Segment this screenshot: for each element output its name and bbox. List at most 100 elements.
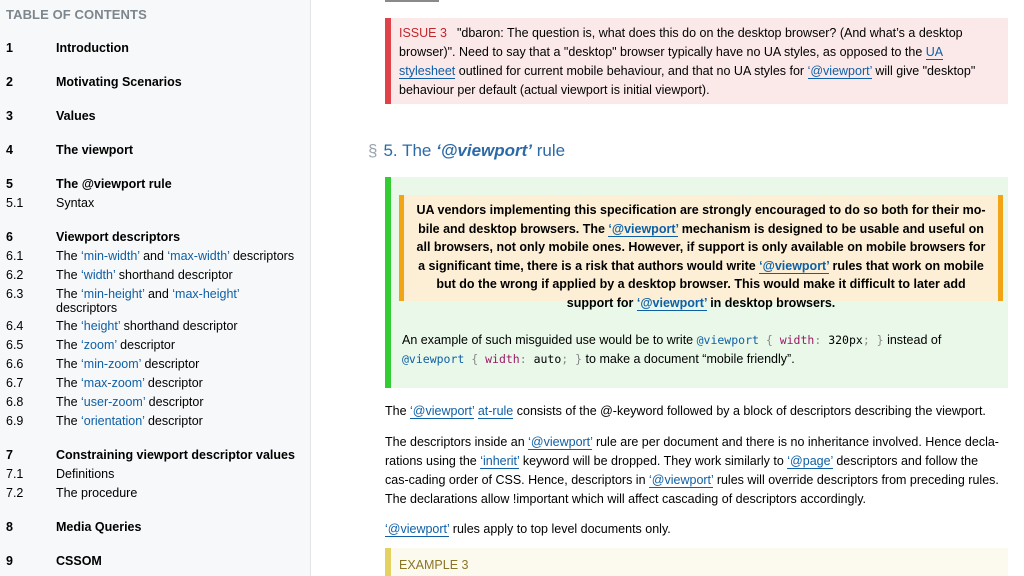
toc-item-number: 6.3 — [6, 287, 24, 301]
at-rule-link[interactable]: at-rule — [477, 404, 514, 419]
toc-text: The @viewport rule — [56, 177, 172, 191]
toc-text: shorthand descriptor — [120, 319, 238, 333]
toc-text: CSSOM — [56, 554, 102, 568]
code-punct: ; — [862, 333, 877, 347]
toc-item-label: Introduction — [56, 41, 301, 55]
code-snippet: @viewport { width: auto; } — [402, 352, 582, 366]
paragraph-text: rules apply to top level documents only. — [449, 522, 671, 536]
toc-item-number: 8 — [6, 520, 13, 534]
toc-text: and — [139, 249, 168, 263]
toc-item-number: 6 — [6, 230, 13, 244]
inherit-link[interactable]: ‘inherit’ — [480, 454, 520, 469]
toc-item-number: 5.1 — [6, 196, 24, 210]
paragraph-text: keyword will be dropped. They work simil… — [519, 454, 788, 468]
main-content: ISSUE 3 "dbaron: The question is, what do… — [310, 0, 1024, 576]
toc-item-label: The ‘min-width’ and ‘max-width’ descript… — [56, 249, 301, 263]
toc-item-number: 1 — [6, 41, 13, 55]
paragraph: The ‘@viewport’ at-rule consists of the … — [385, 402, 1005, 421]
viewport-link[interactable]: ‘@viewport’ — [608, 221, 679, 237]
toc-item-label: The @viewport rule — [56, 177, 301, 191]
toc-code-link[interactable]: ‘max-zoom’ — [81, 376, 144, 390]
toc-code-link[interactable]: ‘min-zoom’ — [81, 357, 141, 371]
note-box: UA vendors implementing this specificati… — [385, 177, 1008, 388]
paragraph-text: consists of the @-keyword followed by a … — [513, 404, 986, 418]
viewport-link[interactable]: ‘@viewport’ — [385, 522, 450, 537]
toc-text: descriptor — [145, 395, 204, 409]
toc-item-number: 2 — [6, 75, 13, 89]
toc-item-label: The procedure — [56, 486, 301, 500]
toc-item-label: Media Queries — [56, 520, 301, 534]
toc-text: Introduction — [56, 41, 129, 55]
code-snippet: @viewport { width: 320px; } — [697, 333, 884, 347]
toc-text: The — [56, 376, 82, 390]
example-label: EXAMPLE 3 — [399, 558, 469, 572]
issue-text: "dbaron: The question is, what does this… — [399, 26, 963, 59]
toc-text: The — [56, 287, 82, 301]
viewport-link[interactable]: ‘@viewport’ — [649, 473, 714, 488]
toc-code-link[interactable]: ‘width’ — [81, 268, 115, 282]
note-text-part: instead of — [883, 333, 942, 347]
toc-item-number: 4 — [6, 143, 13, 157]
viewport-link[interactable]: ‘@viewport’ — [759, 258, 829, 274]
toc-text: descriptors — [56, 301, 118, 315]
advisement-text: in desktop browsers. — [706, 295, 836, 310]
code-punct: ; — [561, 352, 576, 366]
toc-text: descriptor — [116, 338, 176, 352]
toc-text: The — [56, 357, 82, 371]
toc-text: The viewport — [56, 143, 134, 157]
toc-item-label: Constraining viewport descriptor values — [56, 448, 301, 462]
toc-code-link[interactable]: ‘orientation’ — [81, 414, 144, 428]
section-anchor[interactable]: § — [368, 141, 377, 160]
viewport-link[interactable]: ‘@viewport’ — [528, 435, 593, 450]
toc-item-number: 5 — [6, 177, 13, 191]
toc-text: descriptor — [140, 357, 200, 371]
example-box: EXAMPLE 3 — [385, 548, 1008, 576]
heading-prefix: 5. The — [383, 141, 437, 160]
code-punct: : — [519, 352, 534, 366]
page-link[interactable]: ‘@page’ — [787, 454, 833, 469]
toc-item-label: The ‘max-zoom’ descriptor — [56, 376, 301, 390]
toc-item-number: 6.4 — [6, 319, 24, 333]
divider — [385, 0, 439, 2]
toc-item-number: 3 — [6, 109, 13, 123]
toc-item-label: Definitions — [56, 467, 301, 481]
code-keyword: @viewport — [696, 333, 759, 347]
note-text-part: An example of such misguided use would b… — [402, 333, 697, 347]
toc-text: descriptors — [229, 249, 295, 263]
toc-code-link[interactable]: ‘height’ — [81, 319, 120, 333]
code-property: width — [779, 333, 815, 347]
toc-text: Values — [56, 109, 96, 123]
toc-text: Viewport descriptors — [56, 230, 181, 244]
toc-item-label: The ‘min-height’ and ‘max-height’ descri… — [56, 287, 301, 315]
toc-text: The procedure — [56, 486, 138, 500]
toc-item-number: 7.1 — [6, 467, 24, 481]
advisement-box: UA vendors implementing this specificati… — [399, 195, 1003, 311]
viewport-link[interactable]: ‘@viewport’ — [410, 404, 475, 419]
code-punct: } — [876, 333, 884, 347]
note-text: An example of such misguided use would b… — [402, 331, 1002, 369]
toc-item-label: The ‘zoom’ descriptor — [56, 338, 301, 352]
toc-code-link[interactable]: ‘max-width’ — [167, 249, 229, 263]
toc-item-label: The ‘height’ shorthand descriptor — [56, 319, 301, 333]
table-of-contents: TABLE OF CONTENTS 1 Introduction 2 Motivati… — [0, 0, 311, 576]
toc-code-link[interactable]: ‘min-height’ — [81, 287, 144, 301]
code-value: 320px — [828, 333, 863, 347]
toc-item-label: The ‘orientation’ descriptor — [56, 414, 301, 428]
toc-item-label: Syntax — [56, 196, 301, 210]
toc-item-label: The ‘min-zoom’ descriptor — [56, 357, 301, 371]
toc-code-link[interactable]: ‘min-width’ — [81, 249, 140, 263]
issue-label: ISSUE 3 — [399, 26, 447, 40]
toc-code-link[interactable]: ‘user-zoom’ — [81, 395, 145, 409]
code-punct: { — [464, 352, 486, 366]
toc-text: The — [56, 249, 82, 263]
toc-text: The — [56, 395, 82, 409]
viewport-link[interactable]: ‘@viewport’ — [636, 295, 707, 311]
paragraph: ‘@viewport’ rules apply to top level doc… — [385, 520, 1005, 539]
toc-code-link[interactable]: ‘zoom’ — [81, 338, 117, 352]
toc-item-number: 6.1 — [6, 249, 24, 263]
code-value: auto — [533, 352, 562, 366]
toc-item-number: 6.5 — [6, 338, 24, 352]
viewport-link[interactable]: ‘@viewport’ — [807, 64, 872, 79]
toc-code-link[interactable]: ‘max-height’ — [172, 287, 239, 301]
heading-suffix: rule — [532, 141, 566, 160]
